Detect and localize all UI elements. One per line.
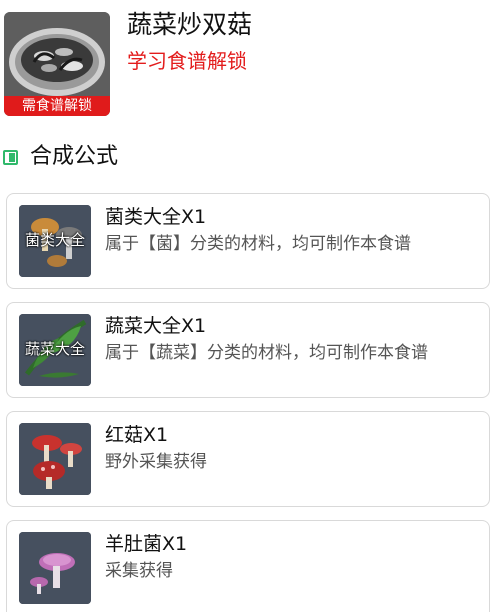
ingredient-desc: 采集获得 <box>105 561 173 581</box>
dish-image[interactable]: 需食谱解锁 <box>4 12 110 116</box>
ingredient-card[interactable]: 蔬菜大全 蔬菜大全X1 属于【蔬菜】分类的材料，均可制作本食谱 <box>6 302 490 398</box>
ingredient-card[interactable]: 红菇X1 野外采集获得 <box>6 411 490 507</box>
thumb-label: 蔬菜大全 <box>24 340 85 358</box>
unlock-hint: 学习食谱解锁 <box>127 49 247 73</box>
section-title: 合成公式 <box>30 144 119 169</box>
ingredient-name: 羊肚菌X1 <box>105 533 188 555</box>
ingredient-name: 红菇X1 <box>105 424 169 446</box>
thumb-label: 菌类大全 <box>24 231 85 249</box>
recipe-section-icon <box>3 150 18 165</box>
ingredient-desc: 野外采集获得 <box>105 452 207 472</box>
morel-mushroom-icon <box>19 532 91 604</box>
ingredient-card[interactable]: 菌类大全 菌类大全X1 属于【菌】分类的材料，均可制作本食谱 <box>6 193 490 289</box>
ingredient-desc: 属于【菌】分类的材料，均可制作本食谱 <box>105 234 411 254</box>
recipe-lock-badge: 需食谱解锁 <box>4 96 110 116</box>
ingredient-card[interactable]: 羊肚菌X1 采集获得 <box>6 520 490 612</box>
ingredient-name: 蔬菜大全X1 <box>105 315 207 337</box>
mushroom-category-icon: 菌类大全 <box>19 205 91 277</box>
ingredient-name: 菌类大全X1 <box>105 206 207 228</box>
red-mushroom-icon <box>19 423 91 495</box>
dish-title: 蔬菜炒双菇 <box>127 10 253 39</box>
recipe-formula-heading: 合成公式 <box>0 142 300 172</box>
recipe-header: 需食谱解锁 蔬菜炒双菇 学习食谱解锁 <box>0 0 500 125</box>
ingredient-desc: 属于【蔬菜】分类的材料，均可制作本食谱 <box>105 343 428 363</box>
vegetable-category-icon: 蔬菜大全 <box>19 314 91 386</box>
